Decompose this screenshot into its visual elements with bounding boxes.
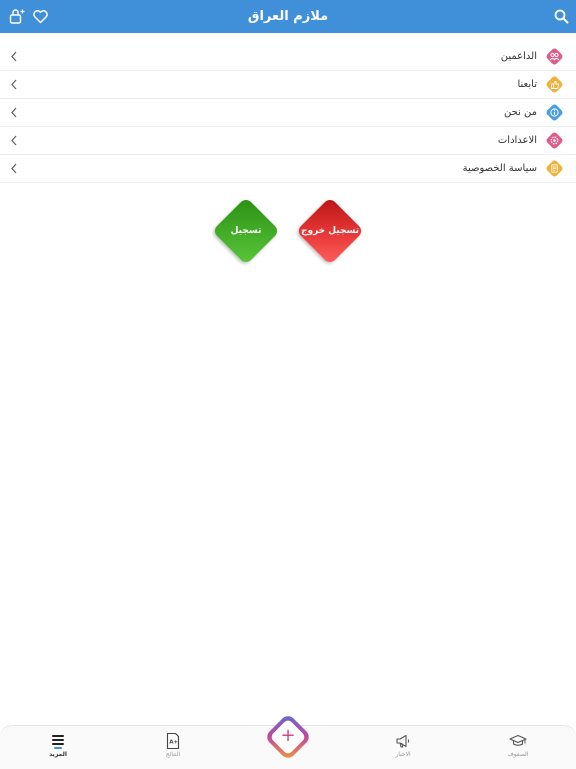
chevron-left-icon (11, 135, 17, 146)
tab-label: الاخبار (395, 751, 411, 758)
follow-us-icon (546, 76, 563, 93)
menu-item-about-us[interactable]: من نحن (0, 99, 576, 127)
tab-results[interactable]: A+ النتائج (143, 726, 203, 769)
settings-icon (546, 132, 563, 149)
logout-label: تسجيل خروج (300, 226, 360, 236)
chevron-left-icon (11, 51, 17, 62)
chevron-left-icon (11, 107, 17, 118)
search-icon[interactable] (553, 8, 570, 25)
register-button[interactable]: تسجيل (211, 196, 281, 266)
svg-text:A+: A+ (169, 740, 178, 746)
grade-document-icon: A+ (166, 732, 180, 750)
menu-item-supporters[interactable]: الداعمين (0, 43, 576, 71)
menu-item-label: الداعمين (500, 51, 537, 62)
graduation-cap-icon (509, 734, 527, 746)
privacy-policy-icon (546, 160, 563, 177)
add-fab-button[interactable]: + (263, 712, 313, 762)
megaphone-icon (396, 734, 410, 748)
menu-list-icon (52, 735, 64, 749)
tab-more[interactable]: المزيد (28, 726, 88, 769)
app-header: ملازم العراق (0, 0, 576, 33)
plus-icon: + (280, 725, 296, 746)
supporters-icon (546, 48, 563, 65)
menu-item-label: الاعدادات (497, 135, 537, 146)
tab-label: الصفوف (507, 751, 529, 758)
register-label: تسجيل (230, 226, 262, 236)
settings-menu: الداعمين تابعنا من نحن الاعدادات سياسة ا… (0, 43, 576, 183)
chevron-left-icon (11, 79, 17, 90)
menu-item-label: تابعنا (517, 79, 537, 90)
tab-label: المزيد (49, 751, 67, 758)
menu-item-label: سياسة الخصوصية (462, 163, 537, 174)
tab-news[interactable]: الاخبار (373, 726, 433, 769)
about-us-icon (546, 104, 563, 121)
tab-classes[interactable]: الصفوف (488, 726, 548, 769)
menu-item-follow-us[interactable]: تابعنا (0, 71, 576, 99)
app-title: ملازم العراق (247, 9, 329, 24)
logout-button[interactable]: تسجيل خروج (295, 196, 365, 266)
menu-item-label: من نحن (504, 107, 537, 118)
tab-label: النتائج (165, 751, 181, 758)
menu-item-settings[interactable]: الاعدادات (0, 127, 576, 155)
menu-item-privacy-policy[interactable]: سياسة الخصوصية (0, 155, 576, 183)
chevron-left-icon (11, 163, 17, 174)
